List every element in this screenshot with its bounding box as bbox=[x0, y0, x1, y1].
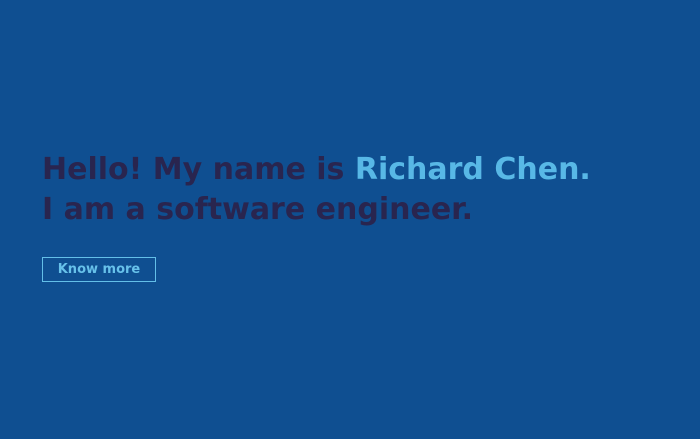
know-more-button[interactable]: Know more bbox=[42, 257, 156, 282]
developer-name: Richard Chen. bbox=[354, 152, 591, 187]
greeting-line: Hello! My name is Richard Chen. bbox=[42, 150, 682, 190]
tagline: I am a software engineer. bbox=[42, 192, 474, 227]
hero-section: Hello! My name is Richard Chen. I am a s… bbox=[42, 150, 682, 230]
hero-headline: Hello! My name is Richard Chen. I am a s… bbox=[42, 150, 682, 230]
page-background: Hello! My name is Richard Chen. I am a s… bbox=[0, 0, 700, 439]
greeting-prefix: Hello! My name is bbox=[42, 152, 355, 187]
